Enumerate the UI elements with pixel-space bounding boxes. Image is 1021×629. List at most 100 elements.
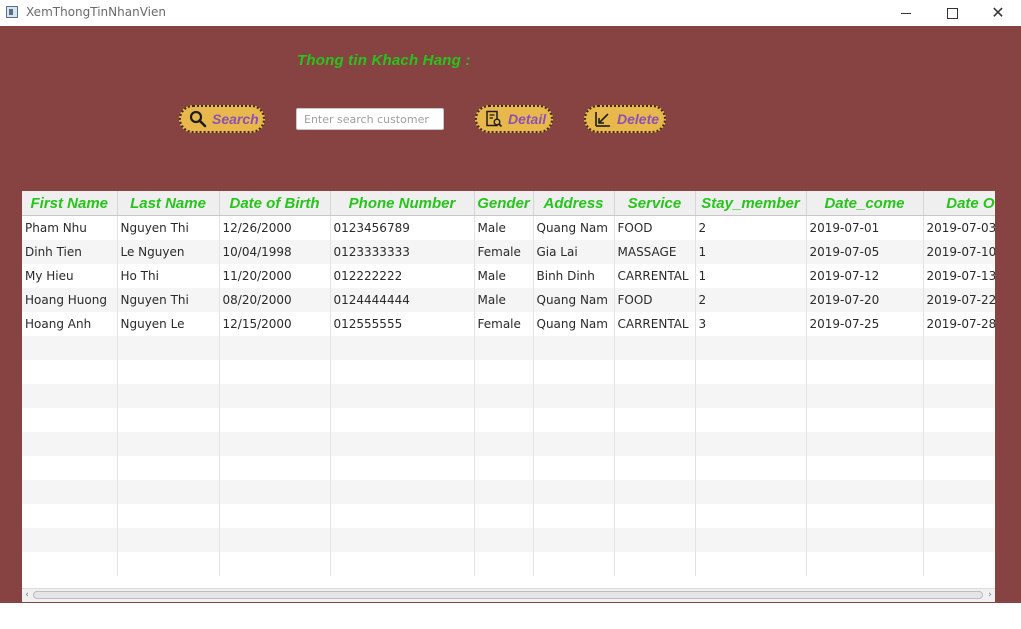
table-row[interactable] [22, 503, 995, 528]
table-cell [219, 383, 331, 408]
table-cell [614, 527, 696, 552]
delete-button[interactable]: Delete [584, 105, 666, 133]
table-cell [117, 503, 220, 528]
table-cell [22, 359, 118, 384]
table-cell [806, 431, 924, 456]
customer-table[interactable]: First Name Last Name Date of Birth Phone Nu… [22, 191, 995, 602]
table-cell [330, 527, 475, 552]
search-input[interactable] [296, 108, 444, 130]
table-cell: 0124444444 [330, 287, 475, 312]
table-cell [22, 503, 118, 528]
table-row[interactable]: Hoang Anh Nguyen Le 12/15/2000 012555555 Fem… [22, 311, 995, 336]
window-title: XemThongTinNhanVien [26, 5, 166, 19]
maximize-button[interactable] [929, 0, 975, 26]
column-header[interactable]: Service [614, 191, 696, 216]
table-cell [22, 383, 118, 408]
table-cell [22, 551, 118, 576]
column-header[interactable]: Date of Birth [219, 191, 331, 216]
table-cell: Le Nguyen [117, 239, 220, 264]
table-cell: Male [474, 215, 534, 240]
column-header[interactable]: Phone Number [330, 191, 475, 216]
table-cell: Female [474, 239, 534, 264]
column-header[interactable]: First Name [22, 191, 118, 216]
column-header[interactable]: Last Name [117, 191, 220, 216]
scroll-right-icon[interactable]: › [985, 589, 995, 602]
scrollbar-thumb[interactable] [33, 591, 983, 599]
table-cell [695, 383, 807, 408]
table-cell [923, 431, 995, 456]
table-cell [533, 503, 615, 528]
table-cell: 0123456789 [330, 215, 475, 240]
app-icon [6, 6, 18, 18]
column-header[interactable]: Gender [474, 191, 534, 216]
table-row[interactable]: My Hieu Ho Thi 11/20/2000 012222222 Male Binh… [22, 263, 995, 288]
table-row[interactable]: Dinh Tien Le Nguyen 10/04/1998 0123333333 Fe… [22, 239, 995, 264]
table-cell [695, 479, 807, 504]
table-cell [614, 455, 696, 480]
table-cell: 0123333333 [330, 239, 475, 264]
table-cell [474, 407, 534, 432]
table-row[interactable] [22, 551, 995, 576]
table-cell [614, 383, 696, 408]
table-cell [695, 503, 807, 528]
table-cell [533, 551, 615, 576]
table-cell [330, 455, 475, 480]
table-cell: Ho Thi [117, 263, 220, 288]
detail-button-label: Detail [508, 111, 547, 127]
detail-button[interactable]: Detail [475, 105, 553, 133]
table-cell [806, 383, 924, 408]
table-cell: FOOD [614, 287, 696, 312]
delete-button-label: Delete [617, 111, 660, 127]
table-cell: 1 [695, 239, 807, 264]
table-row[interactable] [22, 431, 995, 456]
table-cell [806, 335, 924, 360]
table-cell: 08/20/2000 [219, 287, 331, 312]
scroll-left-icon[interactable]: ‹ [22, 589, 32, 602]
table-cell [923, 527, 995, 552]
table-row[interactable] [22, 455, 995, 480]
table-row[interactable] [22, 407, 995, 432]
horizontal-scrollbar[interactable]: ‹ › [22, 588, 995, 602]
table-cell: 2019-07-22 [923, 287, 995, 312]
table-cell [806, 503, 924, 528]
table-cell [533, 359, 615, 384]
table-cell: Quang Nam [533, 215, 615, 240]
table-cell [330, 407, 475, 432]
table-cell [533, 407, 615, 432]
table-cell [22, 527, 118, 552]
close-button[interactable]: ✕ [975, 0, 1021, 26]
search-button[interactable]: Search [179, 105, 265, 133]
table-cell: 012555555 [330, 311, 475, 336]
table-cell [923, 503, 995, 528]
table-header-row: First Name Last Name Date of Birth Phone Nu… [22, 191, 995, 216]
column-header[interactable]: Date Out [923, 191, 995, 216]
table-cell [695, 335, 807, 360]
table-cell: 10/04/1998 [219, 239, 331, 264]
table-cell [330, 383, 475, 408]
table-cell: 2019-07-13 [923, 263, 995, 288]
table-cell [117, 383, 220, 408]
column-header[interactable]: Address [533, 191, 615, 216]
table-cell [330, 359, 475, 384]
table-cell [117, 431, 220, 456]
column-header[interactable]: Date_come [806, 191, 924, 216]
table-row[interactable]: Pham Nhu Nguyen Thi 12/26/2000 0123456789 Ma… [22, 215, 995, 240]
table-row[interactable] [22, 359, 995, 384]
table-cell [806, 407, 924, 432]
table-cell [806, 455, 924, 480]
table-cell [117, 455, 220, 480]
table-row[interactable] [22, 527, 995, 552]
table-cell: My Hieu [22, 263, 118, 288]
table-cell [474, 335, 534, 360]
title-bar: XemThongTinNhanVien ✕ [0, 0, 1021, 26]
table-cell: 2019-07-10 [923, 239, 995, 264]
column-header[interactable]: Stay_member [695, 191, 807, 216]
table-cell: 12/26/2000 [219, 215, 331, 240]
table-cell [219, 407, 331, 432]
table-row[interactable] [22, 335, 995, 360]
table-row[interactable] [22, 383, 995, 408]
table-cell [474, 551, 534, 576]
table-row[interactable] [22, 479, 995, 504]
table-row[interactable]: Hoang Huong Nguyen Thi 08/20/2000 012444444… [22, 287, 995, 312]
minimize-button[interactable] [883, 0, 929, 26]
